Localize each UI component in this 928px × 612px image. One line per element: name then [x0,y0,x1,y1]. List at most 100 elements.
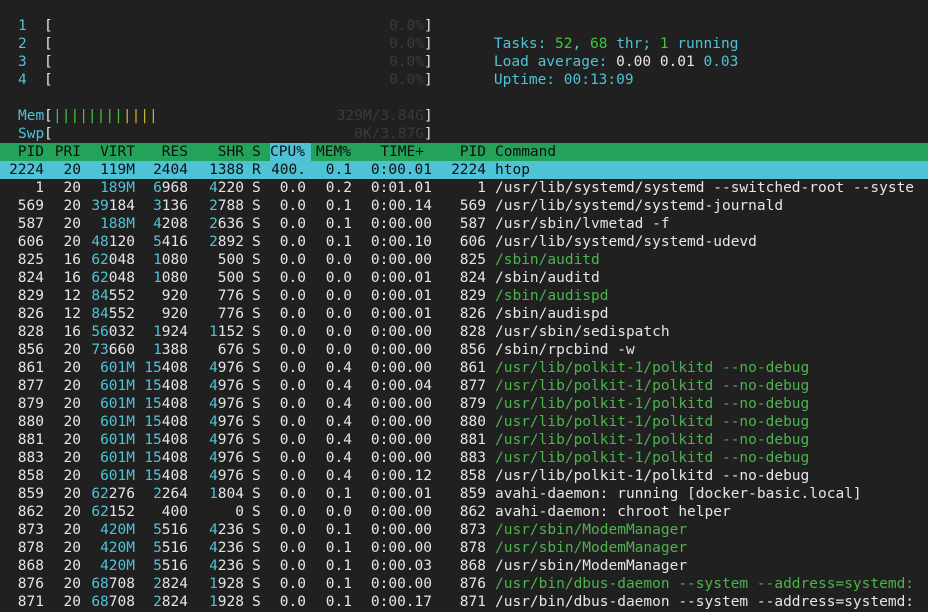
process-row[interactable]: 861 20 601M 15408 4976 S 0.0 0.4 0:00.00 861/usr/… [0,359,928,377]
process-pid2: 2224 [451,162,486,178]
process-row[interactable]: 862 20 62152 400 0 S 0.0 0.0 0:00.00 862 avahi-dae… [0,503,928,521]
process-row[interactable]: 858 20 601M 15408 4976 S 0.0 0.4 0:00.12 858/usr/… [0,467,928,485]
process-mem: 0.1 [325,198,352,214]
column-header-mem[interactable]: MEM% [316,143,351,161]
process-row[interactable]: 880 20 601M 15408 4976 S 0.0 0.4 0:00.00 880/usr/… [0,413,928,431]
process-s: S [252,450,261,466]
process-row-selected[interactable]: 2224 20 119M 2404 1388 R 400. 0.1 0:00.01 2224 hto… [0,161,928,179]
process-cpu: 0.0 [279,450,306,466]
process-mem: 0.0 [325,342,352,358]
process-command: avahi-daemon: chroot helper [495,504,731,520]
column-header-pri[interactable]: PRI [50,143,81,161]
process-row[interactable]: 1 20 189M 6968 4220 S 0.0 0.2 0:01.01 1/usr/lib/s… [0,179,928,197]
cpu-meter-close-bracket: ] [424,36,433,52]
process-command: /sbin/rpcbind -w [495,342,635,358]
column-header-command[interactable]: Command [495,143,556,161]
process-virt: 601M [100,468,135,484]
process-command: /usr/lib/systemd/systemd-journald [495,198,784,214]
process-row[interactable]: 856 20 73660 1388 676 S 0.0 0.0 0:00.00 856/sbin/… [0,341,928,359]
process-row[interactable]: 828 16 56032 1924 1152 S 0.0 0.0 0:00.00 828/usr/… [0,323,928,341]
column-header-shr[interactable]: SHR [196,143,244,161]
process-row[interactable]: 606 20 48120 5416 2892 S 0.0 0.1 0:00.10 606/usr/… [0,233,928,251]
process-pid: 883 [17,450,44,466]
process-s: S [252,216,261,232]
process-time: 0:00.01 [370,306,432,322]
process-cpu: 0.0 [279,216,306,232]
process-time: 0:00.17 [370,594,432,610]
process-cpu: 0.0 [279,324,306,340]
process-row[interactable]: 871 20 68708 2824 1928 S 0.0 0.1 0:00.17 871/usr/… [0,593,928,611]
process-mem: 0.4 [325,378,352,394]
process-row[interactable]: 873 20 420M 5516 4236 S 0.0 0.1 0:00.00 873/usr/s… [0,521,928,539]
process-cpu: 0.0 [279,234,306,250]
column-header-virt[interactable]: VIRT [88,143,135,161]
process-row[interactable]: 881 20 601M 15408 4976 S 0.0 0.4 0:00.00 881/usr/… [0,431,928,449]
process-row[interactable]: 878 20 420M 5516 4236 S 0.0 0.1 0:00.00 878/usr/s… [0,539,928,557]
mem-meter-open-bracket: [ [44,108,53,124]
process-shr: 4976 [209,360,244,376]
process-row[interactable]: 829 12 84552 920 776 S 0.0 0.0 0:00.01 829/sbin/a… [0,287,928,305]
process-cpu: 0.0 [279,576,306,592]
process-row[interactable]: 569 20 39184 3136 2788 S 0.0 0.1 0:00.14 569/usr/… [0,197,928,215]
process-row[interactable]: 883 20 601M 15408 4976 S 0.0 0.4 0:00.00 883/usr/… [0,449,928,467]
process-s: S [252,306,261,322]
process-pid2: 858 [459,468,486,484]
process-pri: 20 [63,162,81,178]
process-pid: 828 [17,324,44,340]
process-pid: 587 [17,216,44,232]
process-row[interactable]: 824 16 62048 1080 500 S 0.0 0.0 0:00.01 824/sbin/… [0,269,928,287]
load-5: 0.01 [659,54,695,70]
process-s: S [252,594,261,610]
column-header-cpu[interactable]: CPU% [270,143,311,161]
process-mem: 0.1 [325,234,352,250]
process-shr: 4220 [209,180,244,196]
process-pri: 20 [63,576,81,592]
process-s: S [252,486,261,502]
column-header-state[interactable]: S [252,143,261,161]
process-pid: 569 [17,198,44,214]
process-pri: 20 [63,216,81,232]
process-virt: 601M [100,378,135,394]
process-mem: 0.4 [325,468,352,484]
process-shr: 1928 [209,594,244,610]
process-row[interactable]: 587 20 188M 4208 2636 S 0.0 0.1 0:00.00 587/usr/s… [0,215,928,233]
process-s: S [252,234,261,250]
column-header-time[interactable]: TIME+ [360,143,424,161]
process-mem: 0.4 [325,360,352,376]
process-s: S [252,198,261,214]
process-res: 5516 [153,522,188,538]
process-pri: 20 [63,378,81,394]
process-cpu: 0.0 [279,414,306,430]
column-header-pid[interactable]: PID [0,143,44,161]
process-row[interactable]: 859 20 62276 2264 1804 S 0.0 0.1 0:00.01 859 avahi… [0,485,928,503]
process-row[interactable]: 877 20 601M 15408 4976 S 0.0 0.4 0:00.04 877/usr/… [0,377,928,395]
process-shr: 1804 [209,486,244,502]
process-mem: 0.0 [325,270,352,286]
process-row[interactable]: 825 16 62048 1080 500 S 0.0 0.0 0:00.00 825/sbin/… [0,251,928,269]
process-pid2: 856 [459,342,486,358]
process-pri: 20 [63,540,81,556]
process-pid2: 587 [459,216,486,232]
process-mem: 0.1 [325,486,352,502]
process-s: S [252,576,261,592]
process-row[interactable]: 868 20 420M 5516 4236 S 0.0 0.1 0:00.03 868/usr/s… [0,557,928,575]
process-row[interactable]: 879 20 601M 15408 4976 S 0.0 0.4 0:00.00 879/usr/… [0,395,928,413]
process-res: 5516 [153,540,188,556]
process-cpu: 0.0 [279,360,306,376]
column-header-res[interactable]: RES [140,143,188,161]
process-shr: 2788 [209,198,244,214]
process-command: /usr/sbin/ModemManager [495,540,688,556]
process-row[interactable]: 876 20 68708 2824 1928 S 0.0 0.1 0:00.00 876/usr/… [0,575,928,593]
process-row[interactable]: 826 12 84552 920 776 S 0.0 0.0 0:00.01 826/sbin/a… [0,305,928,323]
process-shr: 776 [217,306,244,322]
process-pri: 16 [63,252,81,268]
process-mem: 0.4 [325,432,352,448]
process-command: /usr/sbin/sedispatch [495,324,670,340]
process-shr: 1928 [209,576,244,592]
column-header-pid2[interactable]: PID [440,143,486,161]
process-virt: 420M [100,558,135,574]
process-s: S [252,270,261,286]
process-cpu: 0.0 [279,504,306,520]
process-res: 1080 [153,270,188,286]
process-time: 0:01.01 [370,180,432,196]
